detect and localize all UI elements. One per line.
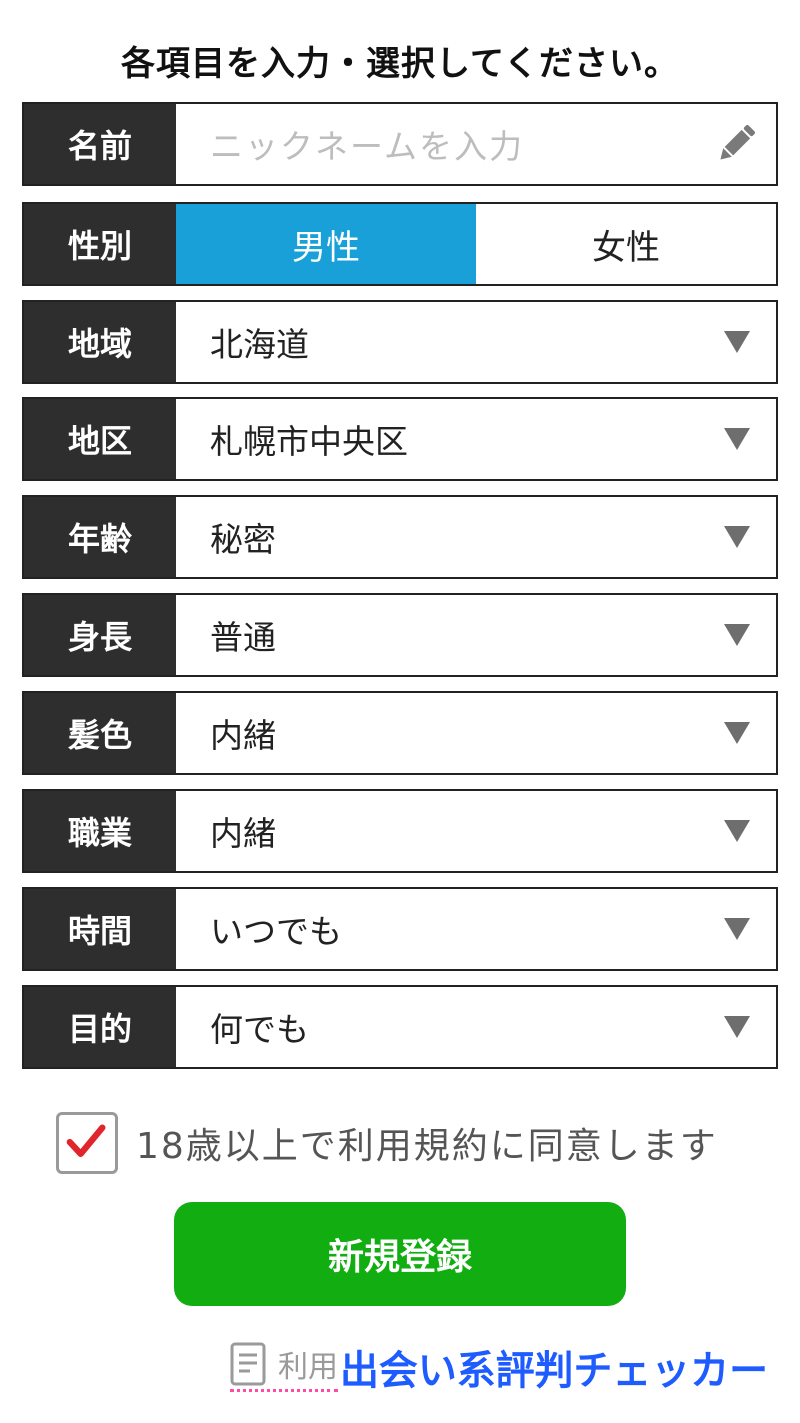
caret-down-icon [724, 624, 750, 646]
watermark-text: 出会い系評判チェッカー [340, 1348, 768, 1394]
hair-select[interactable]: 内緒 [176, 693, 776, 773]
name-input[interactable]: ニックネームを入力 [176, 104, 776, 184]
caret-down-icon [724, 526, 750, 548]
purpose-row: 目的 何でも [22, 985, 778, 1069]
watermark: 出会い系評判チェッカー [337, 1345, 772, 1398]
page-heading: 各項目を入力・選択してください。 [121, 44, 679, 84]
name-placeholder: ニックネームを入力 [210, 127, 525, 166]
checkbox-checked-icon [66, 1124, 106, 1157]
region-label: 地域 [24, 302, 176, 382]
purpose-value: 何でも [210, 1010, 309, 1049]
gender-row: 性別 男性 女性 [22, 202, 778, 286]
hair-value: 内緒 [210, 716, 276, 755]
purpose-label: 目的 [24, 987, 176, 1067]
hair-row: 髪色 内緒 [22, 691, 778, 775]
district-label: 地区 [24, 399, 176, 479]
age-row: 年齢 秘密 [22, 495, 778, 579]
terms-link-text: 利用 [278, 1349, 338, 1385]
name-label: 名前 [24, 104, 176, 184]
height-row: 身長 普通 [22, 593, 778, 677]
job-label: 職業 [24, 791, 176, 871]
caret-down-icon [724, 918, 750, 940]
agree-text: 18歳以上で利用規約に同意します [136, 1126, 718, 1167]
terms-link[interactable]: 利用 [230, 1342, 338, 1392]
region-value: 北海道 [210, 325, 309, 364]
time-select[interactable]: いつでも [176, 889, 776, 969]
time-label: 時間 [24, 889, 176, 969]
height-select[interactable]: 普通 [176, 595, 776, 675]
purpose-select[interactable]: 何でも [176, 987, 776, 1067]
age-select[interactable]: 秘密 [176, 497, 776, 577]
caret-down-icon [724, 428, 750, 450]
district-select[interactable]: 札幌市中央区 [176, 399, 776, 479]
job-row: 職業 内緒 [22, 789, 778, 873]
name-row: 名前 ニックネームを入力 [22, 102, 778, 186]
caret-down-icon [724, 331, 750, 353]
document-icon [230, 1342, 266, 1385]
region-row: 地域 北海道 [22, 300, 778, 384]
register-button[interactable]: 新規登録 [174, 1202, 626, 1306]
gender-toggle: 男性 女性 [176, 204, 776, 284]
caret-down-icon [724, 1016, 750, 1038]
job-select[interactable]: 内緒 [176, 791, 776, 871]
time-row: 時間 いつでも [22, 887, 778, 971]
height-label: 身長 [24, 595, 176, 675]
hair-label: 髪色 [24, 693, 176, 773]
region-select[interactable]: 北海道 [176, 302, 776, 382]
age-value: 秘密 [210, 520, 276, 559]
gender-option-female[interactable]: 女性 [476, 204, 776, 284]
height-value: 普通 [210, 618, 276, 657]
time-value: いつでも [210, 912, 342, 951]
agree-checkbox[interactable] [56, 1112, 118, 1174]
pencil-icon [720, 125, 755, 160]
district-value: 札幌市中央区 [210, 422, 408, 461]
job-value: 内緒 [210, 814, 276, 853]
district-row: 地区 札幌市中央区 [22, 397, 778, 481]
caret-down-icon [724, 722, 750, 744]
agree-row: 18歳以上で利用規約に同意します [56, 1112, 718, 1174]
caret-down-icon [724, 820, 750, 842]
gender-option-male[interactable]: 男性 [176, 204, 476, 284]
gender-label: 性別 [24, 204, 176, 284]
age-label: 年齢 [24, 497, 176, 577]
